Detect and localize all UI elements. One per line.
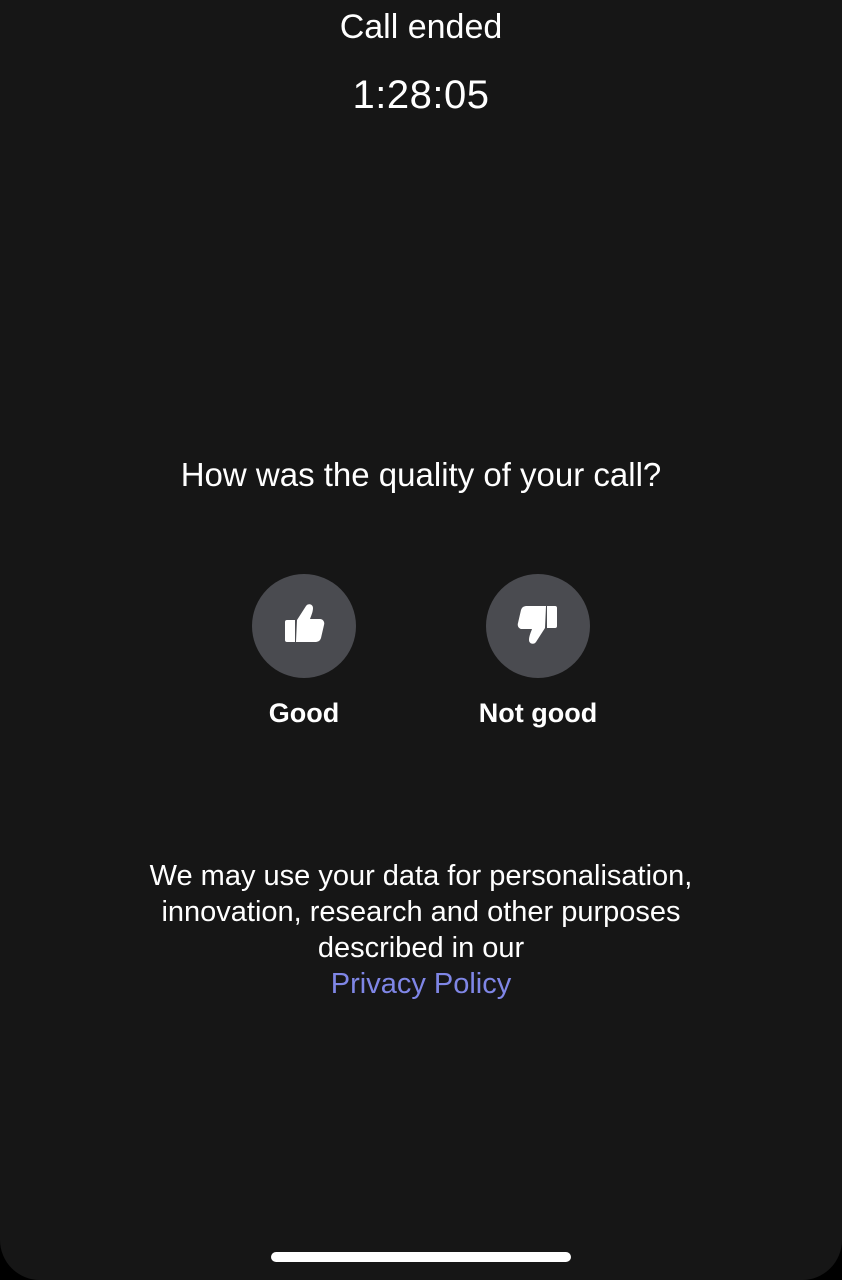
call-status-title: Call ended — [339, 8, 503, 46]
home-indicator[interactable] — [271, 1252, 571, 1262]
privacy-policy-link[interactable]: Privacy Policy — [331, 966, 512, 1002]
call-ended-screen: Call ended 1:28:05 How was the quality o… — [0, 0, 842, 1280]
thumbs-up-icon — [281, 602, 327, 651]
disclaimer-line: innovation, research and other purposes — [161, 896, 681, 928]
not-good-rating-circle[interactable] — [486, 574, 590, 678]
disclaimer-line: described in our — [317, 932, 525, 964]
good-rating-label: Good — [268, 698, 340, 728]
not-good-rating-label: Not good — [478, 698, 598, 728]
feedback-question: How was the quality of your call? — [180, 456, 662, 493]
good-rating-button[interactable]: Good — [194, 574, 414, 730]
not-good-rating-button[interactable]: Not good — [428, 574, 648, 730]
thumbs-down-icon — [515, 602, 561, 651]
disclaimer-line: We may use your data for personalisation… — [149, 860, 693, 892]
call-duration: 1:28:05 — [352, 73, 490, 117]
data-usage-disclaimer: We may use your data for personalisation… — [100, 858, 742, 1002]
good-rating-circle[interactable] — [252, 574, 356, 678]
